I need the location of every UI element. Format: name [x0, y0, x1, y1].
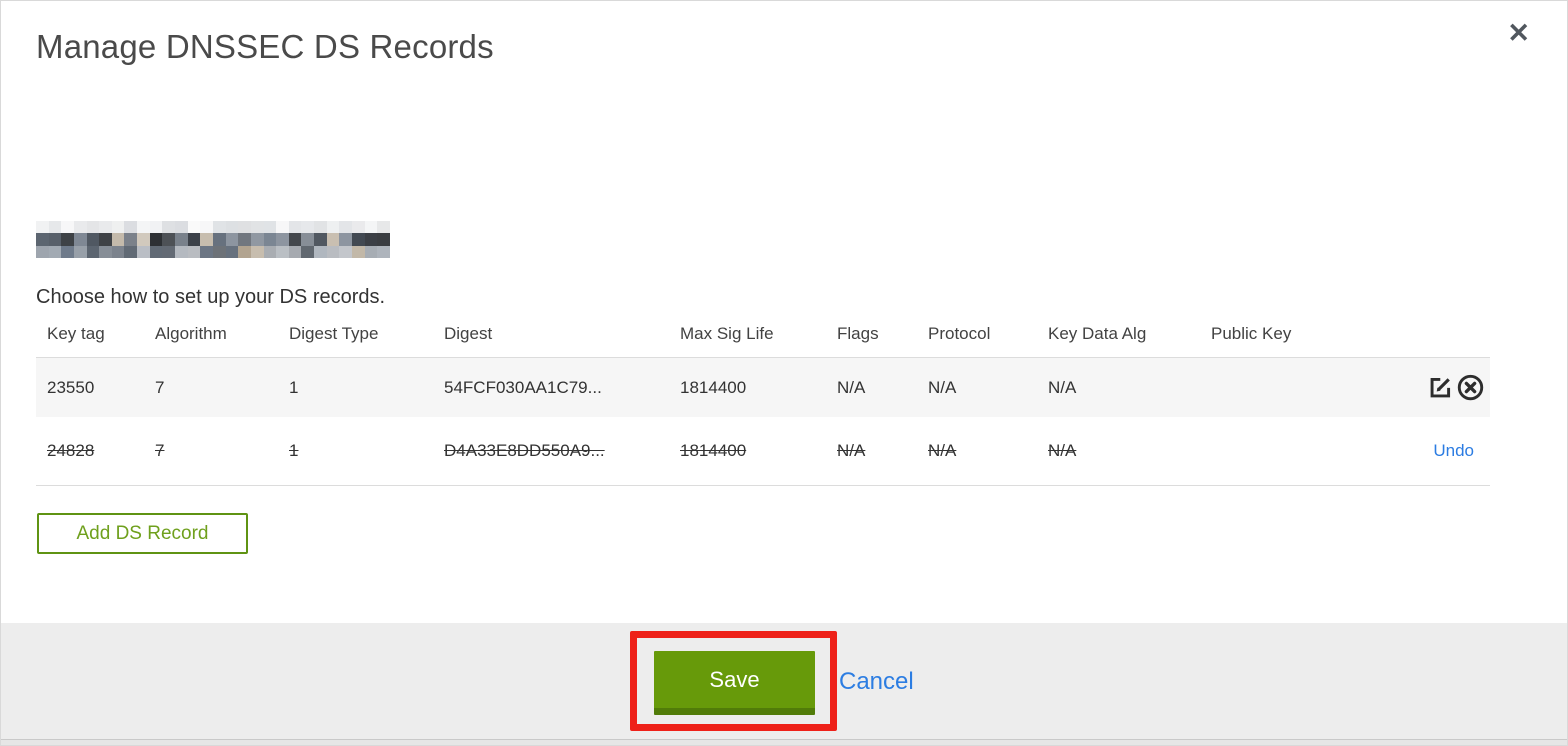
table-row-deleted: 24828 7 1 D4A33E8DD550A9... 1814400 N/A … — [36, 417, 1490, 486]
cell-key-tag: 23550 — [47, 377, 95, 397]
column-header-algorithm: Algorithm — [155, 324, 227, 343]
table-header-row: Key tag Algorithm Digest Type Digest Max… — [36, 324, 1490, 358]
cell-key-data-alg: N/A — [1048, 441, 1077, 460]
cell-key-tag: 24828 — [47, 441, 95, 460]
page-title: Manage DNSSEC DS Records — [36, 28, 494, 65]
column-header-digest: Digest — [444, 324, 493, 343]
redacted-domain-name — [36, 221, 390, 258]
save-button[interactable]: Save — [654, 651, 815, 715]
cell-flags: N/A — [837, 441, 866, 460]
column-header-key-tag: Key tag — [47, 324, 105, 343]
column-header-digest-type: Digest Type — [289, 324, 379, 343]
cell-protocol: N/A — [928, 377, 957, 397]
manage-dnssec-modal: Manage DNSSEC DS Records ✕ Choose how to… — [0, 0, 1568, 746]
column-header-max-sig-life: Max Sig Life — [680, 324, 774, 343]
close-icon: ✕ — [1507, 18, 1530, 48]
undo-link[interactable]: Undo — [1433, 441, 1485, 461]
cell-digest: D4A33E8DD550A9... — [444, 441, 605, 460]
ds-records-table: Key tag Algorithm Digest Type Digest Max… — [36, 324, 1490, 486]
row-actions — [1427, 373, 1490, 402]
cell-key-data-alg: N/A — [1048, 377, 1077, 397]
column-header-public-key: Public Key — [1211, 324, 1292, 343]
add-ds-record-button[interactable]: Add DS Record — [37, 513, 248, 554]
column-header-flags: Flags — [837, 324, 879, 343]
cell-algorithm: 7 — [155, 441, 165, 460]
intro-text: Choose how to set up your DS records. — [36, 286, 386, 308]
delete-record-button[interactable] — [1456, 373, 1485, 402]
cell-max-sig-life: 1814400 — [680, 441, 747, 460]
close-button[interactable]: ✕ — [1507, 20, 1530, 47]
cell-digest-type: 1 — [289, 377, 299, 397]
edit-icon — [1430, 377, 1451, 398]
cell-flags: N/A — [837, 377, 866, 397]
cell-protocol: N/A — [928, 441, 957, 460]
column-header-key-data-alg: Key Data Alg — [1048, 324, 1147, 343]
cell-digest: 54FCF030AA1C79... — [444, 377, 602, 397]
edit-record-button[interactable] — [1427, 374, 1454, 401]
row-actions: Undo — [1433, 441, 1490, 461]
cell-digest-type: 1 — [289, 441, 299, 460]
cell-algorithm: 7 — [155, 377, 165, 397]
column-header-protocol: Protocol — [928, 324, 991, 343]
table-row: 23550 7 1 54FCF030AA1C79... 1814400 N/A … — [36, 358, 1490, 417]
delete-icon — [1457, 374, 1484, 401]
cell-max-sig-life: 1814400 — [680, 377, 747, 397]
cancel-link[interactable]: Cancel — [839, 668, 914, 696]
